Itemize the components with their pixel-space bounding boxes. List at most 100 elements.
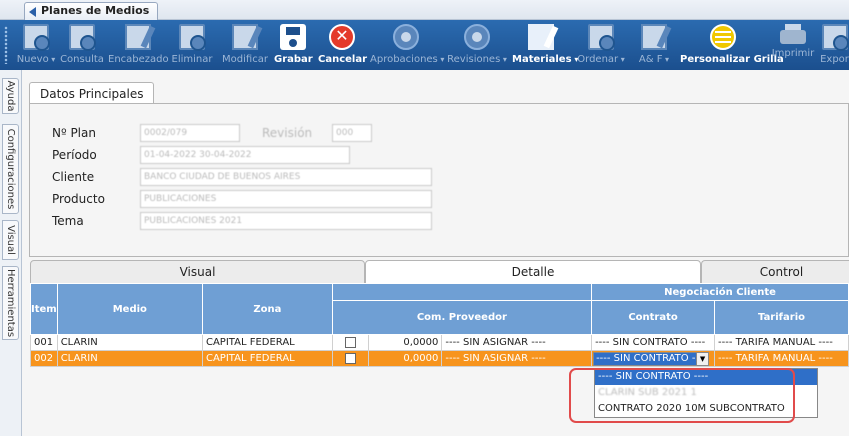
cell-zona: CAPITAL FEDERAL — [201, 350, 333, 367]
cell-item: 002 — [30, 350, 58, 367]
imprimir-label: Imprimir — [771, 48, 815, 59]
tema-field[interactable]: PUBLICACIONES 2021 — [140, 212, 432, 230]
header-zona[interactable]: Zona — [201, 283, 333, 335]
periodo-label: Período — [52, 148, 97, 162]
table-row[interactable]: 001 CLARIN CAPITAL FEDERAL 0,0000 ---- S… — [30, 334, 849, 351]
sidebar-tab-configuraciones[interactable]: Configuraciones — [2, 124, 19, 214]
cell-com-text: ---- SIN ASIGNAR ---- — [441, 350, 593, 367]
producto-field[interactable]: PUBLICACIONES — [140, 190, 432, 208]
grabar-button[interactable]: Grabar — [274, 22, 313, 68]
cell-tarifario[interactable]: ---- TARIFA MANUAL ---- — [714, 350, 849, 367]
cell-tarifario[interactable]: ---- TARIFA MANUAL ---- — [714, 334, 849, 351]
aprobaciones-label: Aprobaciones — [370, 54, 438, 65]
cancelar-button[interactable]: ✕ Cancelar — [318, 22, 368, 68]
dropdown-caret-icon: ▾ — [618, 55, 625, 64]
tab-datos-principales[interactable]: Datos Principales — [29, 82, 155, 104]
tema-row: Tema PUBLICACIONES 2021 — [52, 212, 472, 230]
contrato-select[interactable]: ---- SIN CONTRATO ---- ▼ — [593, 351, 710, 366]
materiales-label: Materiales — [512, 54, 572, 65]
cliente-field[interactable]: BANCO CIUDAD DE BUENOS AIRES — [140, 168, 432, 186]
tab-planes-de-medios[interactable]: Planes de Medios — [24, 2, 159, 20]
tab-control[interactable]: Control — [701, 260, 849, 284]
chevron-down-icon[interactable]: ▼ — [696, 352, 709, 365]
cell-item: 001 — [30, 334, 58, 351]
modificar-label: Modificar — [222, 54, 268, 65]
main-toolbar: Nuevo ▾ Consulta Encabezado Eliminar Mod… — [0, 20, 849, 70]
toolbar-grip[interactable] — [4, 26, 8, 64]
revisiones-button[interactable]: Revisiones ▾ — [446, 22, 508, 68]
cell-medio: CLARIN — [56, 350, 203, 367]
globe-icon — [710, 24, 736, 50]
aprobaciones-button[interactable]: Aprobaciones ▾ — [370, 22, 445, 68]
delete-document-icon — [179, 24, 206, 51]
exportar-label: Expor — [820, 54, 849, 65]
cell-com-value: 0,0000 — [367, 350, 443, 367]
grabar-label: Grabar — [274, 54, 313, 65]
dropdown-caret-icon: ▾ — [662, 55, 670, 64]
personalizar-label: Personalizar Grilla — [680, 54, 784, 65]
review-icon — [464, 24, 490, 50]
af-label: A& F — [638, 54, 663, 65]
af-button[interactable]: A& F ▾ — [634, 22, 674, 68]
plan-row: Nº Plan 0002/079 Revisión 000 — [52, 124, 452, 142]
dropdown-caret-icon: ▾ — [500, 55, 507, 64]
header-blank — [331, 283, 593, 301]
export-document-icon — [821, 24, 849, 51]
imprimir-button[interactable]: Imprimir — [770, 22, 816, 68]
sidebar-tab-visual[interactable]: Visual — [2, 220, 19, 260]
sidebar-label: Configuraciones — [5, 128, 16, 210]
ordenar-button[interactable]: Ordenar ▾ — [576, 22, 626, 68]
cell-com-value: 0,0000 — [367, 334, 443, 351]
modificar-button[interactable]: Modificar — [220, 22, 270, 68]
af-icon — [641, 24, 667, 50]
materiales-button[interactable]: Materiales ▾ — [512, 22, 578, 68]
dropdown-option[interactable]: CLARIN SUB 2021 1 — [595, 385, 817, 401]
tema-label: Tema — [52, 214, 84, 228]
producto-label: Producto — [52, 192, 105, 206]
header-com-proveedor[interactable]: Com. Proveedor — [331, 300, 593, 335]
sidebar-tab-ayuda[interactable]: Ayuda — [2, 78, 19, 114]
edit-document-icon — [232, 24, 258, 50]
sidebar-label: Visual — [5, 225, 16, 255]
contrato-dropdown-list: ---- SIN CONTRATO ---- CLARIN SUB 2021 1… — [594, 368, 818, 418]
periodo-field[interactable]: 01-04-2022 30-04-2022 — [140, 146, 350, 164]
revision-field[interactable]: 000 — [332, 124, 372, 142]
plan-label: Nº Plan — [52, 126, 96, 140]
nuevo-label: Nuevo — [16, 54, 49, 65]
encabezado-button[interactable]: Encabezado — [108, 22, 169, 68]
tab-title: Planes de Medios — [41, 4, 150, 17]
header-contrato[interactable]: Contrato — [591, 300, 716, 335]
nuevo-button[interactable]: Nuevo ▾ — [14, 22, 58, 68]
contrato-select-value: ---- SIN CONTRATO ---- — [594, 352, 707, 365]
detail-grid: Item Medio Zona Negociación Cliente Com.… — [30, 283, 849, 367]
header-item[interactable]: Item — [30, 283, 58, 335]
tab-detalle[interactable]: Detalle — [365, 260, 701, 284]
dropdown-option[interactable]: ---- SIN CONTRATO ---- — [595, 369, 817, 385]
periodo-row: Período 01-04-2022 30-04-2022 — [52, 146, 452, 164]
header-tarifario[interactable]: Tarifario — [714, 300, 849, 335]
cliente-row: Cliente BANCO CIUDAD DE BUENOS AIRES — [52, 168, 472, 186]
sidebar-tab-herramientas[interactable]: Herramientas — [2, 266, 19, 340]
cell-contrato[interactable]: ---- SIN CONTRATO ---- — [591, 334, 716, 351]
header-medio[interactable]: Medio — [56, 283, 203, 335]
dropdown-option[interactable]: CONTRATO 2020 10M SUBCONTRATO — [595, 401, 817, 417]
row-checkbox[interactable] — [344, 336, 356, 348]
encabezado-label: Encabezado — [108, 54, 169, 65]
personalizar-grilla-button[interactable]: Personalizar Grilla — [680, 22, 784, 68]
exportar-button[interactable]: Expor — [820, 22, 849, 68]
eliminar-button[interactable]: Eliminar — [170, 22, 214, 68]
save-disk-icon — [280, 24, 306, 50]
row-checkbox[interactable] — [344, 352, 356, 364]
table-row-selected[interactable]: 002 CLARIN CAPITAL FEDERAL 0,0000 ---- S… — [30, 350, 849, 367]
cancelar-label: Cancelar — [318, 54, 368, 65]
revisiones-label: Revisiones — [447, 54, 501, 65]
plan-field[interactable]: 0002/079 — [140, 124, 240, 142]
sidebar-label: Ayuda — [5, 80, 16, 112]
materials-icon — [528, 24, 554, 50]
consulta-button[interactable]: Consulta — [60, 22, 104, 68]
tab-visual[interactable]: Visual — [30, 260, 365, 284]
cancel-x-icon: ✕ — [329, 24, 355, 50]
sidebar-label: Herramientas — [5, 268, 16, 338]
ordenar-label: Ordenar — [577, 54, 619, 65]
dropdown-caret-icon: ▾ — [437, 55, 445, 64]
